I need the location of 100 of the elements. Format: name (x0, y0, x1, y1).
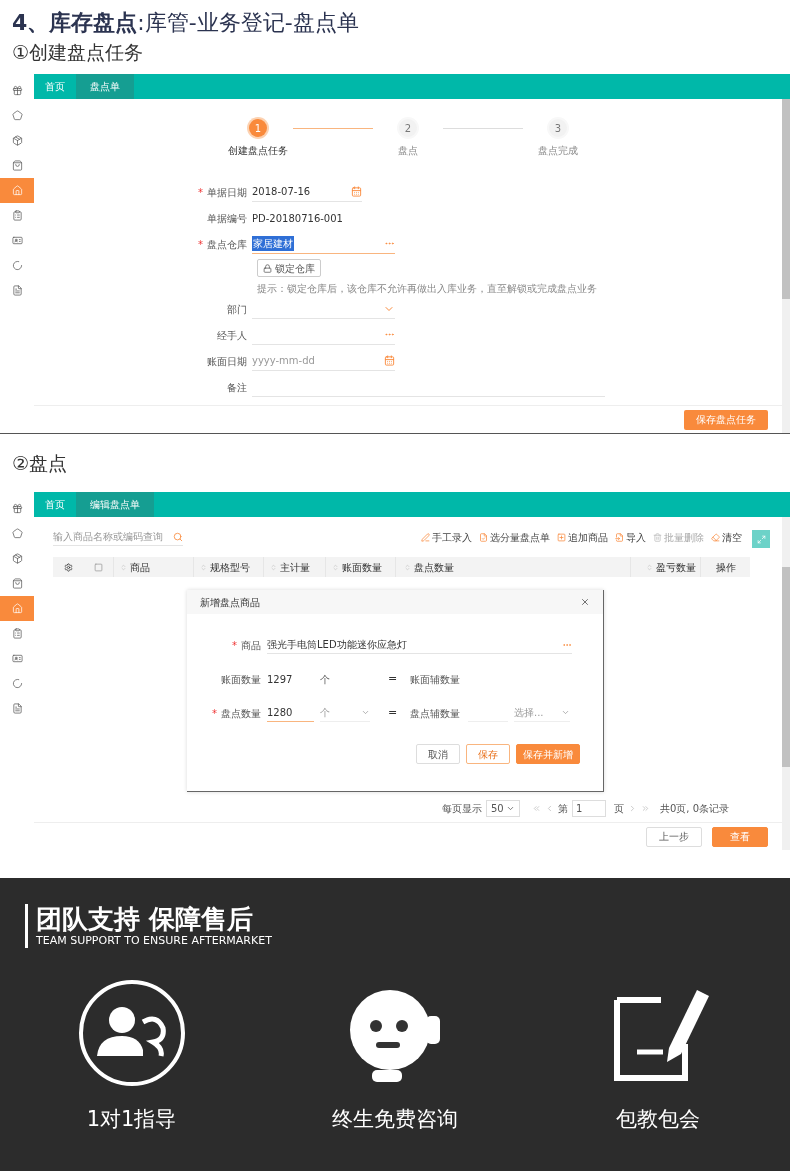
nav-tab[interactable]: 编辑盘点单 (76, 492, 154, 517)
next-page-icon[interactable] (628, 803, 637, 813)
pen-icon (421, 532, 430, 542)
calendar-icon[interactable] (351, 186, 362, 197)
lock-warehouse-button[interactable]: 锁定仓库 (257, 259, 321, 277)
step-label: 盘点 (398, 144, 418, 158)
document-icon (11, 285, 23, 296)
input-field[interactable]: 2018-07-16 (252, 182, 362, 202)
toolbar-action[interactable]: 导入 (615, 529, 646, 545)
dialog-title: 新增盘点商品 (200, 595, 260, 610)
support-subtitle: TEAM SUPPORT TO ENSURE AFTERMARKET (36, 934, 273, 948)
field-value: PD-20180716-001 (252, 211, 343, 226)
column-header: 账面数量 (342, 560, 382, 575)
pagination-summary: 共0页, 0条记录 (660, 801, 730, 816)
toolbar-action[interactable]: 手工录入 (421, 529, 472, 545)
plus-icon (557, 532, 566, 542)
page-input[interactable]: 1 (572, 799, 606, 817)
sidebar-item[interactable] (0, 596, 34, 621)
dialog-button[interactable]: 保存 (466, 744, 510, 764)
clipboard-icon (11, 210, 23, 221)
package-icon (11, 135, 23, 146)
package-icon (11, 553, 23, 564)
sort-icon[interactable] (332, 563, 339, 571)
nav-tab[interactable]: 首页 (34, 492, 76, 517)
field-label: 单据日期 (207, 185, 247, 200)
toolbar-action[interactable]: 追加商品 (557, 529, 608, 545)
pentagon-icon (11, 110, 23, 121)
field-label: 账面数量 (221, 672, 261, 687)
eraser-icon (711, 532, 720, 542)
select-field[interactable]: 选择... (514, 704, 570, 722)
toolbar-action[interactable]: 清空 (711, 529, 742, 545)
pagination-label: 页 (614, 801, 624, 816)
lock-icon (263, 263, 272, 273)
id-card-icon (11, 235, 23, 246)
sort-icon[interactable] (200, 563, 207, 571)
page-size-select[interactable]: 50 (486, 799, 520, 817)
scrollbar[interactable] (782, 517, 790, 850)
field-label: 部门 (227, 302, 247, 317)
checkbox[interactable] (93, 562, 103, 572)
gift-icon (11, 85, 23, 96)
toolbar-action[interactable]: 选分量盘点单 (479, 529, 550, 545)
sort-icon[interactable] (646, 563, 653, 571)
column-header: 商品 (130, 560, 150, 575)
input-field[interactable]: 强光手电筒LED功能迷你应急灯 (267, 636, 572, 654)
chevron-down-icon (361, 708, 370, 717)
field-label: 账面辅数量 (410, 672, 461, 687)
field-label: 账面日期 (207, 354, 247, 369)
equals-sign: = (388, 670, 399, 687)
previous-page-icon[interactable] (545, 803, 554, 813)
save-button[interactable]: 保存盘点任务 (684, 409, 768, 430)
clipboard-icon (11, 628, 23, 639)
input-field[interactable]: yyyy-mm-dd (252, 351, 395, 371)
field-label: 盘点数量 (221, 706, 261, 721)
pagination-label: 第 (558, 801, 568, 816)
id-card-icon (11, 653, 23, 664)
input-field[interactable]: 家居建材 (252, 234, 395, 254)
section-title: 4、库存盘点:库管-业务登记-盘点单 (12, 9, 360, 37)
dialog-button[interactable]: 取消 (416, 744, 460, 764)
column-header: 盘点数量 (414, 560, 454, 575)
field-label: 商品 (241, 638, 261, 653)
support-title: 团队支持 保障售后 (36, 904, 255, 934)
column-header: 操作 (715, 560, 736, 575)
sort-icon[interactable] (120, 563, 127, 571)
field-label: 经手人 (217, 328, 247, 343)
dialog-button[interactable]: 保存并新增 (516, 744, 580, 764)
home-icon (11, 185, 23, 196)
unit-select[interactable]: 个 (320, 704, 370, 722)
field-label: 备注 (227, 380, 247, 395)
footer-button[interactable]: 上一步 (646, 826, 702, 847)
pentagon-icon (11, 528, 23, 539)
last-page-icon[interactable] (641, 803, 650, 813)
sort-icon[interactable] (270, 563, 277, 571)
equals-sign: = (388, 704, 399, 721)
file-check-icon (479, 532, 488, 542)
nav-tab[interactable]: 盘点单 (76, 74, 134, 99)
sidebar-item[interactable] (0, 178, 34, 203)
gift-icon (11, 503, 23, 514)
footer-button[interactable]: 查看 (712, 826, 768, 847)
feature-label: 1对1指导 (86, 1106, 177, 1133)
input-field[interactable]: 1280 (267, 704, 314, 722)
search-icon (173, 531, 183, 542)
step-heading: ②盘点 (12, 450, 68, 476)
shopping-bag-icon (11, 160, 23, 171)
first-page-icon[interactable] (532, 803, 541, 813)
settings-icon[interactable] (63, 562, 73, 572)
search-field[interactable]: 输入商品名称或编码查询 (53, 528, 183, 546)
expand-icon (756, 534, 766, 544)
unit-text: 个 (320, 672, 331, 687)
field-label: 盘点辅数量 (410, 706, 461, 721)
step-heading: ①创建盘点任务 (12, 40, 145, 65)
scrollbar[interactable] (782, 99, 790, 433)
document-icon (11, 703, 23, 714)
nav-tab[interactable]: 首页 (34, 74, 76, 99)
close-icon[interactable] (580, 597, 590, 607)
calendar-icon[interactable] (384, 355, 395, 366)
required-mark: * (198, 237, 203, 252)
import-icon (615, 532, 624, 542)
sort-icon[interactable] (404, 563, 411, 571)
expand-button[interactable] (752, 530, 770, 548)
shopping-bag-icon (11, 578, 23, 589)
